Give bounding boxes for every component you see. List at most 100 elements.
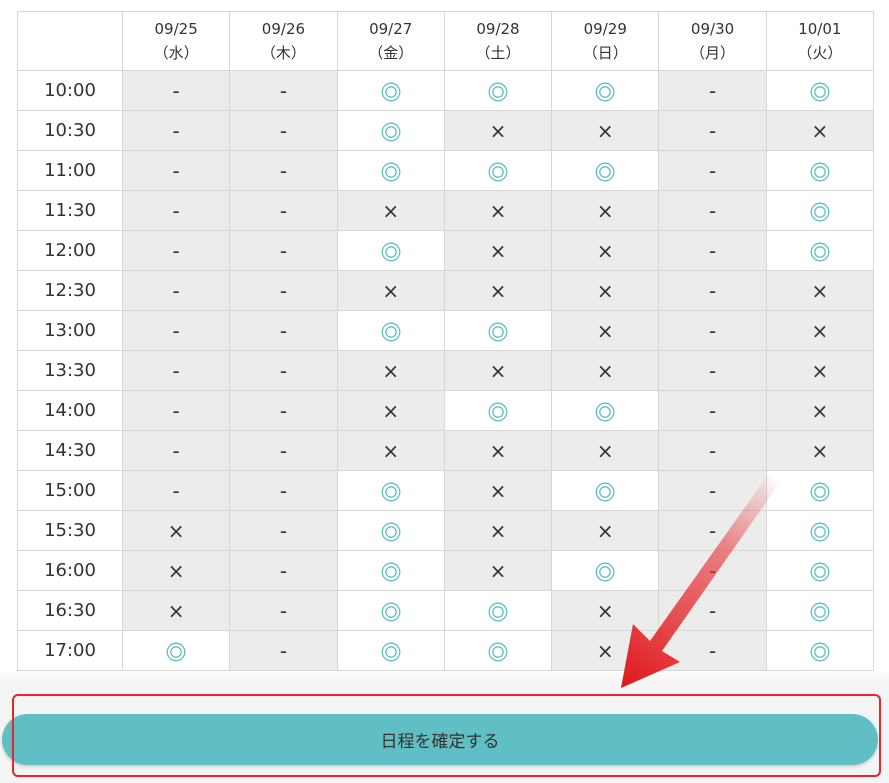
slot-available[interactable] bbox=[443, 390, 553, 431]
slot-available[interactable] bbox=[765, 70, 875, 111]
slot-available[interactable] bbox=[336, 150, 445, 191]
weekday-label: （月） bbox=[690, 44, 736, 62]
slot-full: × bbox=[765, 110, 875, 151]
table-row: 13:30 - - × × × - × bbox=[17, 350, 875, 391]
available-circle-icon bbox=[810, 79, 830, 103]
available-circle-icon bbox=[381, 159, 401, 183]
weekday-label: （金） bbox=[368, 44, 414, 62]
slot-closed: - bbox=[121, 310, 231, 351]
dash-mark: - bbox=[708, 118, 717, 143]
table-row: 14:30 - - × × × - × bbox=[17, 430, 875, 471]
slot-closed: - bbox=[229, 550, 338, 591]
cross-mark: × bbox=[489, 278, 507, 303]
dash-mark: - bbox=[279, 278, 288, 303]
slot-full: × bbox=[336, 270, 445, 311]
slot-available[interactable] bbox=[765, 470, 875, 511]
dash-mark: - bbox=[708, 318, 717, 343]
slot-available[interactable] bbox=[336, 470, 445, 511]
slot-available[interactable] bbox=[336, 590, 445, 631]
available-circle-icon bbox=[488, 399, 508, 423]
available-circle-icon bbox=[810, 199, 830, 223]
dash-mark: - bbox=[172, 358, 180, 383]
weekday-label: （木） bbox=[260, 44, 306, 62]
date-label: 09/25 bbox=[154, 20, 198, 38]
slot-closed: - bbox=[658, 230, 767, 271]
dash-mark: - bbox=[708, 278, 717, 303]
slot-available[interactable] bbox=[765, 550, 875, 591]
time-label: 10:00 bbox=[17, 70, 123, 111]
date-header-4: 09/29 （日） bbox=[551, 11, 660, 71]
slot-available[interactable] bbox=[336, 630, 445, 671]
available-circle-icon bbox=[810, 519, 830, 543]
slot-available[interactable] bbox=[765, 510, 875, 551]
slot-available[interactable] bbox=[336, 230, 445, 271]
slot-available[interactable] bbox=[336, 550, 445, 591]
cross-mark: × bbox=[489, 518, 507, 543]
slot-closed: - bbox=[658, 350, 767, 391]
available-circle-icon bbox=[488, 159, 508, 183]
slot-available[interactable] bbox=[336, 70, 445, 111]
date-header-1: 09/26 （木） bbox=[229, 11, 338, 71]
available-circle-icon bbox=[595, 159, 615, 183]
slot-available[interactable] bbox=[336, 510, 445, 551]
slot-available[interactable] bbox=[551, 550, 660, 591]
cross-mark: × bbox=[811, 438, 829, 463]
date-label: 09/26 bbox=[261, 20, 306, 38]
dash-mark: - bbox=[279, 238, 288, 263]
table-row: 14:00 - - × - × bbox=[17, 390, 875, 431]
slot-full: × bbox=[551, 430, 660, 471]
date-header-6: 10/01 （火） bbox=[765, 11, 875, 71]
slot-available[interactable] bbox=[551, 150, 660, 191]
slot-closed: - bbox=[121, 270, 231, 311]
slot-available[interactable] bbox=[121, 630, 231, 671]
slot-full: × bbox=[551, 230, 660, 271]
dash-mark: - bbox=[279, 318, 288, 343]
available-circle-icon bbox=[810, 479, 830, 503]
table-row: 11:00 - - - bbox=[17, 150, 875, 191]
slot-closed: - bbox=[658, 110, 767, 151]
slot-available[interactable] bbox=[336, 310, 445, 351]
slot-closed: - bbox=[121, 470, 231, 511]
slot-full: × bbox=[121, 590, 231, 631]
slot-available[interactable] bbox=[765, 630, 875, 671]
slot-available[interactable] bbox=[551, 470, 660, 511]
slot-available[interactable] bbox=[443, 630, 553, 671]
slot-available[interactable] bbox=[551, 390, 660, 431]
slot-available[interactable] bbox=[765, 230, 875, 271]
slot-available[interactable] bbox=[443, 150, 553, 191]
slot-available[interactable] bbox=[765, 150, 875, 191]
time-label: 11:00 bbox=[17, 150, 123, 191]
slot-available[interactable] bbox=[765, 190, 875, 231]
time-label: 11:30 bbox=[17, 190, 123, 231]
slot-closed: - bbox=[658, 70, 767, 111]
slot-available[interactable] bbox=[443, 590, 553, 631]
table-row: 15:00 - - × - bbox=[17, 470, 875, 511]
confirm-schedule-button[interactable]: 日程を確定する bbox=[2, 714, 878, 765]
slot-available[interactable] bbox=[765, 590, 875, 631]
available-circle-icon bbox=[810, 239, 830, 263]
slot-full: × bbox=[443, 190, 553, 231]
slot-available[interactable] bbox=[443, 70, 553, 111]
cross-mark: × bbox=[489, 238, 507, 263]
slot-full: × bbox=[443, 350, 553, 391]
slot-full: × bbox=[336, 350, 445, 391]
dash-mark: - bbox=[279, 438, 288, 463]
dash-mark: - bbox=[172, 78, 180, 103]
slot-closed: - bbox=[229, 350, 338, 391]
cross-mark: × bbox=[167, 558, 185, 583]
slot-full: × bbox=[551, 190, 660, 231]
cross-mark: × bbox=[382, 198, 400, 223]
slot-full: × bbox=[765, 310, 875, 351]
time-label: 17:00 bbox=[17, 630, 123, 671]
available-circle-icon bbox=[381, 559, 401, 583]
slot-available[interactable] bbox=[336, 110, 445, 151]
table-header: 09/25 （水） 09/26 （木） 09/27 （金） 09/28 （土） 09/29 （日）… bbox=[17, 11, 875, 71]
table-body: 10:00- - -10:30- - × × - × 11:00- - -11:30- - × × × -12… bbox=[17, 70, 875, 671]
slot-closed: - bbox=[121, 390, 231, 431]
time-label: 14:00 bbox=[17, 390, 123, 431]
dash-mark: - bbox=[172, 438, 180, 463]
dash-mark: - bbox=[172, 118, 180, 143]
slot-available[interactable] bbox=[443, 310, 553, 351]
cross-mark: × bbox=[489, 558, 507, 583]
slot-available[interactable] bbox=[551, 70, 660, 111]
